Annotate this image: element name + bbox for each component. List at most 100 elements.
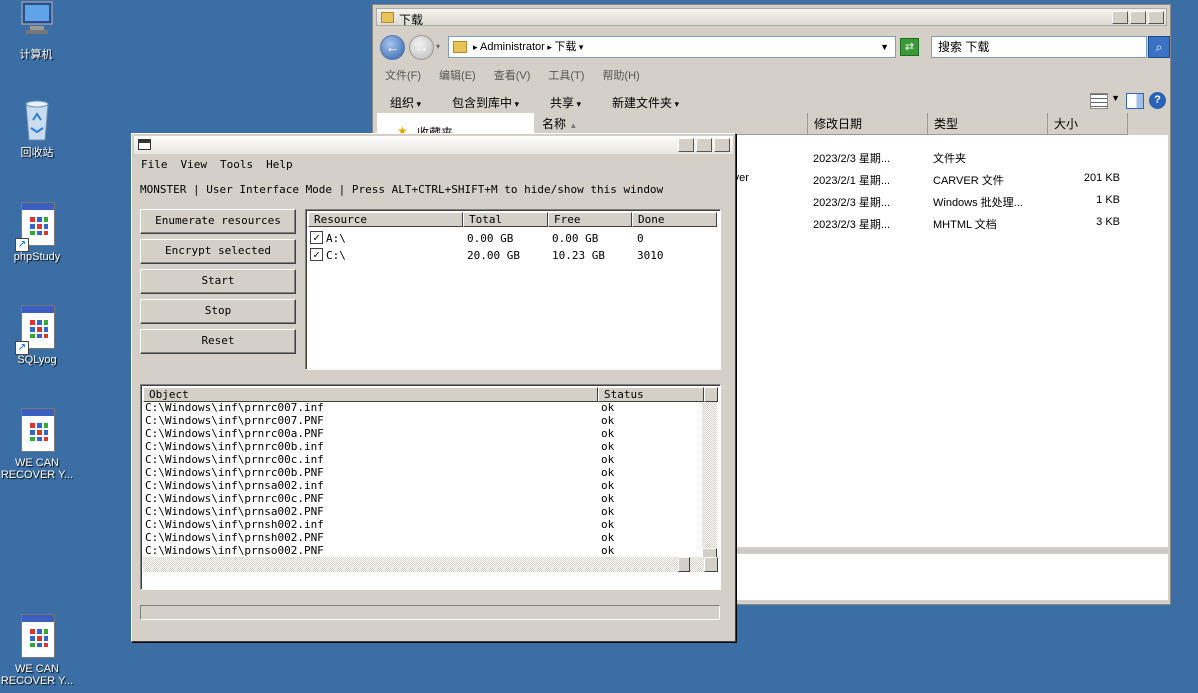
menu-tools[interactable]: 工具(T) xyxy=(548,67,584,83)
view-dropdown-icon[interactable]: ▼ xyxy=(1111,93,1120,103)
objects-header: Object Status xyxy=(143,387,718,402)
desktop-icon-phpstudy[interactable]: ↗ phpStudy xyxy=(0,202,77,263)
column-free[interactable]: Free xyxy=(548,212,632,227)
desktop-icon-sqlyog[interactable]: ↗ SQLyog xyxy=(0,305,77,366)
desktop-icon-recycle-bin[interactable]: 回收站 xyxy=(0,98,77,159)
menu-help[interactable]: 帮助(H) xyxy=(602,67,639,83)
preview-pane-icon[interactable] xyxy=(1126,93,1144,109)
refresh-button[interactable]: ⇄ xyxy=(900,38,919,56)
desktop-icon-label: 回收站 xyxy=(20,147,54,159)
menu-view[interactable]: View xyxy=(181,158,208,171)
column-date[interactable]: 修改日期 xyxy=(808,113,928,135)
desktop-icon-label: phpStudy xyxy=(13,251,61,263)
checkbox-checked-icon[interactable]: ✓ xyxy=(310,248,323,261)
desktop-icon-ransom-note-2[interactable]: WE CAN RECOVER Y... xyxy=(0,614,77,687)
object-path: C:\Windows\inf\prnrc00a.PNF xyxy=(145,427,324,440)
address-bar[interactable]: ▸ Administrator ▸ 下载 ▾ ▼ xyxy=(448,36,896,58)
menu-tools[interactable]: Tools xyxy=(220,158,253,171)
desktop-icon-label: 计算机 xyxy=(19,49,53,61)
resource-row[interactable]: ✓ A:\ 0.00 GB 0.00 GB 0 xyxy=(310,230,714,247)
explorer-address-bar-row: ← → ▾ ▸ Administrator ▸ 下载 ▾ ▼ ⇄ 搜索 下载 ⌕ xyxy=(376,33,1170,61)
maximize-button[interactable] xyxy=(696,138,712,152)
column-done[interactable]: Done xyxy=(632,212,717,227)
column-type[interactable]: 类型 xyxy=(928,113,1048,135)
explorer-title-bar[interactable]: 下载 xyxy=(376,8,1167,27)
share-button[interactable]: 共享 xyxy=(550,94,581,111)
resource-row[interactable]: ✓ C:\ 20.00 GB 10.23 GB 3010 xyxy=(310,247,714,264)
computer-icon xyxy=(16,0,56,46)
forward-button[interactable]: → xyxy=(409,35,434,60)
maximize-button[interactable] xyxy=(1130,11,1146,24)
scroll-corner xyxy=(704,557,718,572)
encrypt-selected-button[interactable]: Encrypt selected xyxy=(140,239,296,264)
breadcrumb-administrator[interactable]: Administrator xyxy=(480,41,545,53)
horizontal-scroll-thumb[interactable] xyxy=(678,557,690,572)
details-pane-splitter[interactable] xyxy=(734,549,1168,553)
object-status: ok xyxy=(601,531,615,544)
horizontal-scrollbar[interactable] xyxy=(143,557,718,572)
object-status: ok xyxy=(601,544,615,557)
monster-title-bar[interactable] xyxy=(134,136,733,154)
resources-header: Resource Total Free Done xyxy=(308,212,717,227)
object-path: C:\Windows\inf\prnsa002.inf xyxy=(145,479,324,492)
object-path: C:\Windows\inf\prnsa002.PNF xyxy=(145,505,324,518)
stop-button[interactable]: Stop xyxy=(140,299,296,324)
shortcut-arrow-icon: ↗ xyxy=(15,238,29,252)
close-button[interactable] xyxy=(714,138,730,152)
object-path: C:\Windows\inf\prnsh002.PNF xyxy=(145,531,324,544)
menu-edit[interactable]: 编辑(E) xyxy=(439,67,476,83)
column-name[interactable]: 名称 ▲ xyxy=(536,113,808,135)
enumerate-resources-button[interactable]: Enumerate resources xyxy=(140,209,296,234)
shortcut-app-icon: ↗ xyxy=(15,202,57,252)
desktop-icon-computer[interactable]: 计算机 xyxy=(0,0,76,61)
refresh-icon: ⇄ xyxy=(904,41,915,53)
header-filler xyxy=(704,387,718,402)
back-button[interactable]: ← xyxy=(380,35,405,60)
start-button[interactable]: Start xyxy=(140,269,296,294)
close-button[interactable] xyxy=(1148,11,1164,24)
column-status[interactable]: Status xyxy=(598,387,704,402)
address-dropdown-icon[interactable]: ▼ xyxy=(880,37,889,57)
breadcrumb-downloads[interactable]: 下载 xyxy=(554,41,576,53)
monster-menu-bar: File View Tools Help xyxy=(141,158,293,171)
desktop-icon-ransom-note-1[interactable]: WE CAN RECOVER Y... xyxy=(0,408,77,481)
include-in-library-button[interactable]: 包含到库中 xyxy=(452,94,519,111)
checkbox-checked-icon[interactable]: ✓ xyxy=(310,231,323,244)
organize-button[interactable]: 组织 xyxy=(390,94,421,111)
menu-file[interactable]: 文件(F) xyxy=(385,67,421,83)
minimize-button[interactable] xyxy=(678,138,694,152)
column-size[interactable]: 大小 xyxy=(1048,113,1128,135)
objects-table: Object Status C:\Windows\inf\prnrc007.in… xyxy=(140,384,721,590)
details-pane xyxy=(734,554,1168,600)
object-status: ok xyxy=(601,401,615,414)
document-icon xyxy=(17,408,57,454)
object-path: C:\Windows\inf\prnso002.PNF xyxy=(145,544,324,557)
history-dropdown-icon[interactable]: ▾ xyxy=(436,42,440,51)
menu-help[interactable]: Help xyxy=(266,158,293,171)
menu-file[interactable]: File xyxy=(141,158,168,171)
search-input[interactable]: 搜索 下载 xyxy=(931,36,1147,58)
column-resource[interactable]: Resource xyxy=(308,212,463,227)
help-icon[interactable]: ? xyxy=(1149,92,1166,109)
column-total[interactable]: Total xyxy=(463,212,548,227)
menu-view[interactable]: 查看(V) xyxy=(494,67,531,83)
search-button[interactable]: ⌕ xyxy=(1148,36,1170,58)
folder-icon xyxy=(381,12,394,23)
view-options-icon[interactable] xyxy=(1090,93,1108,109)
new-folder-button[interactable]: 新建文件夹 xyxy=(612,94,679,111)
shortcut-arrow-icon: ↗ xyxy=(15,341,29,355)
desktop-icon-label: WE CAN RECOVER Y... xyxy=(0,457,74,481)
object-path: C:\Windows\inf\prnrc007.PNF xyxy=(145,414,324,427)
reset-button[interactable]: Reset xyxy=(140,329,296,354)
minimize-button[interactable] xyxy=(1112,11,1128,24)
back-arrow-icon: ← xyxy=(385,39,400,55)
object-status: ok xyxy=(601,466,615,479)
object-path: C:\Windows\inf\prnrc00b.inf xyxy=(145,440,324,453)
folder-icon xyxy=(453,41,467,53)
object-status: ok xyxy=(601,414,615,427)
recycle-bin-icon xyxy=(17,98,57,144)
vertical-scrollbar[interactable] xyxy=(702,402,717,564)
sort-ascending-icon: ▲ xyxy=(569,121,578,130)
column-object[interactable]: Object xyxy=(143,387,598,402)
resources-table: Resource Total Free Done ✓ A:\ 0.00 GB 0… xyxy=(305,209,721,370)
